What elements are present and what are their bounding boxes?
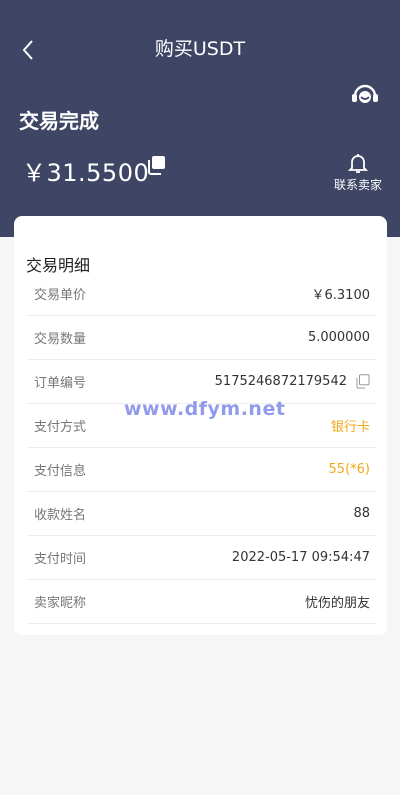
- order-status: 交易完成: [19, 109, 99, 133]
- detail-row-price: 交易单价 ￥6.3100: [27, 272, 377, 316]
- row-value: 5175246872179542: [214, 374, 347, 389]
- detail-row-payment-time: 支付时间 2022-05-17 09:54:47: [27, 536, 377, 580]
- copy-icon[interactable]: [355, 374, 370, 389]
- order-amount: ￥31.5500: [22, 159, 150, 187]
- row-label: 支付时间: [34, 552, 87, 567]
- row-value: ￥6.3100: [311, 288, 371, 303]
- detail-row-seller-nickname: 卖家昵称 忧伤的朋友: [27, 580, 377, 624]
- row-value[interactable]: 55(*6): [329, 462, 370, 477]
- row-value: 88: [353, 506, 370, 521]
- row-value: 忧伤的朋友: [304, 596, 370, 611]
- order-number-value: 5175246872179542: [215, 374, 370, 389]
- row-value: 2022-05-17 09:54:47: [231, 550, 370, 565]
- page-title: 购买USDT: [154, 38, 246, 60]
- row-value: 5.000000: [307, 330, 370, 345]
- row-label: 支付信息: [34, 464, 87, 479]
- copy-icon[interactable]: [146, 155, 166, 175]
- row-label: 交易单价: [34, 288, 87, 303]
- contact-seller-label: 联系卖家: [333, 178, 382, 192]
- detail-row-quantity: 交易数量 5.000000: [27, 316, 377, 360]
- order-detail-card: 交易明细 交易单价 ￥6.3100 交易数量 5.000000 订单编号 517…: [14, 216, 387, 635]
- detail-list: 交易单价 ￥6.3100 交易数量 5.000000 订单编号 51752468…: [27, 272, 377, 624]
- row-label: 卖家昵称: [34, 596, 87, 611]
- row-value: 银行卡: [330, 420, 370, 435]
- contact-seller-button[interactable]: 联系卖家: [328, 152, 388, 193]
- customer-service-icon[interactable]: [350, 82, 380, 108]
- header-bar: 购买USDT 交易完成 ￥31.5500 联系卖家: [0, 0, 400, 237]
- row-label: 订单编号: [34, 376, 87, 391]
- bell-icon: [347, 154, 369, 173]
- row-label: 交易数量: [34, 332, 87, 347]
- row-label: 支付方式: [34, 420, 87, 435]
- detail-row-payee-name: 收款姓名 88: [27, 492, 377, 536]
- watermark: www.dfym.net: [124, 398, 286, 420]
- row-label: 收款姓名: [34, 508, 87, 523]
- detail-row-payment-info[interactable]: 支付信息 55(*6): [27, 448, 377, 492]
